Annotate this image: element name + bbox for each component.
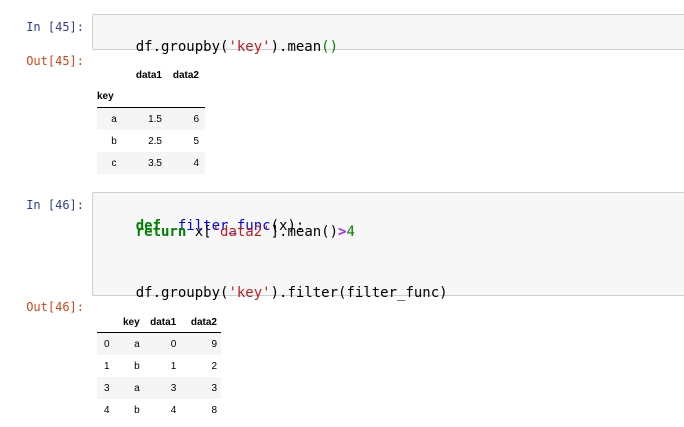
code-text: ).mean [270, 39, 322, 55]
code-text: df.groupby( [135, 285, 229, 301]
table-cell: 4 [170, 404, 177, 416]
code-paren: () [321, 39, 339, 55]
column-header: data1 [150, 316, 177, 328]
column-header: data2 [190, 316, 217, 328]
table-cell: 3 [170, 382, 177, 394]
code-string: 'key' [228, 39, 271, 55]
cell-46-code-input[interactable]: def filter_func(x): return x['data2'].me… [92, 192, 684, 301]
table-cell: a [134, 338, 140, 350]
table-row: 1 b 1 2 [97, 355, 221, 377]
cell-45-in-prompt: In [45]: [26, 20, 84, 34]
cell-45-code-line: df.groupby('key').mean() [102, 23, 338, 71]
cell-46-output-table: key data1 data2 0 a 0 9 1 b 1 2 3 a 3 3 … [97, 312, 221, 421]
table-cell: 3 [211, 382, 217, 394]
table-cell: 0 [170, 338, 177, 350]
table-cell: 2.5 [148, 135, 162, 147]
table-cell: b [134, 404, 140, 416]
row-index: 0 [104, 338, 110, 350]
column-header: data2 [172, 69, 199, 81]
table-cell: a [134, 382, 140, 394]
table-cell: 6 [193, 113, 199, 125]
code-text: ].mean() [270, 224, 339, 240]
table-row: c 3.5 4 [97, 152, 205, 174]
row-index: 4 [104, 404, 110, 416]
column-header-row: key data1 data2 [97, 312, 221, 333]
cell-46-in-prompt: In [46]: [26, 198, 84, 212]
code-keyword: return [135, 224, 187, 240]
table-cell: 2 [211, 360, 217, 372]
table-cell: 3.5 [148, 157, 162, 169]
index-header-blank [97, 312, 111, 333]
table-row: 3 a 3 3 [97, 377, 221, 399]
column-header-row: data1 data2 [97, 65, 205, 85]
row-index: 1 [104, 360, 110, 372]
code-line-3: df.groupby('key').filter(filter_func) [102, 269, 448, 317]
table-cell: 4 [193, 157, 199, 169]
code-number: 4 [346, 224, 355, 240]
code-line-2: return x['data2'].mean()>4 [102, 224, 355, 256]
row-index: c [111, 157, 117, 169]
row-index: b [111, 135, 117, 147]
cell-46-out-prompt: Out[46]: [26, 300, 84, 314]
table-row: 4 b 4 8 [97, 399, 221, 421]
blank-header [131, 85, 162, 108]
cell-45-code-input[interactable]: df.groupby('key').mean() [92, 14, 684, 55]
code-string: 'key' [228, 285, 271, 301]
table-cell: 5 [193, 135, 199, 147]
index-header-blank [97, 65, 131, 85]
blank-header [162, 85, 205, 108]
column-header: key [122, 316, 140, 328]
cell-45-out-prompt: Out[45]: [26, 54, 84, 68]
table-row: a 1.5 6 [97, 107, 205, 130]
code-text: df.groupby( [135, 39, 229, 55]
code-text: ).filter(filter_func) [270, 285, 448, 301]
table-row: b 2.5 5 [97, 130, 205, 152]
code-text: x[ [194, 224, 212, 240]
row-index: 3 [104, 382, 110, 394]
table-cell: 8 [211, 404, 217, 416]
table-cell: 1 [170, 360, 177, 372]
table-row: 0 a 0 9 [97, 332, 221, 355]
table-cell: 1.5 [148, 113, 162, 125]
index-name-row: key [97, 85, 205, 108]
table-cell: 9 [211, 338, 217, 350]
column-header: data1 [135, 69, 162, 81]
code-string: 'data2' [211, 224, 271, 240]
row-index: a [111, 113, 117, 125]
table-cell: b [134, 360, 140, 372]
index-name-header: key [97, 90, 114, 102]
cell-45-output-table: data1 data2 key a 1.5 6 b 2.5 5 c 3.5 4 [97, 65, 205, 174]
